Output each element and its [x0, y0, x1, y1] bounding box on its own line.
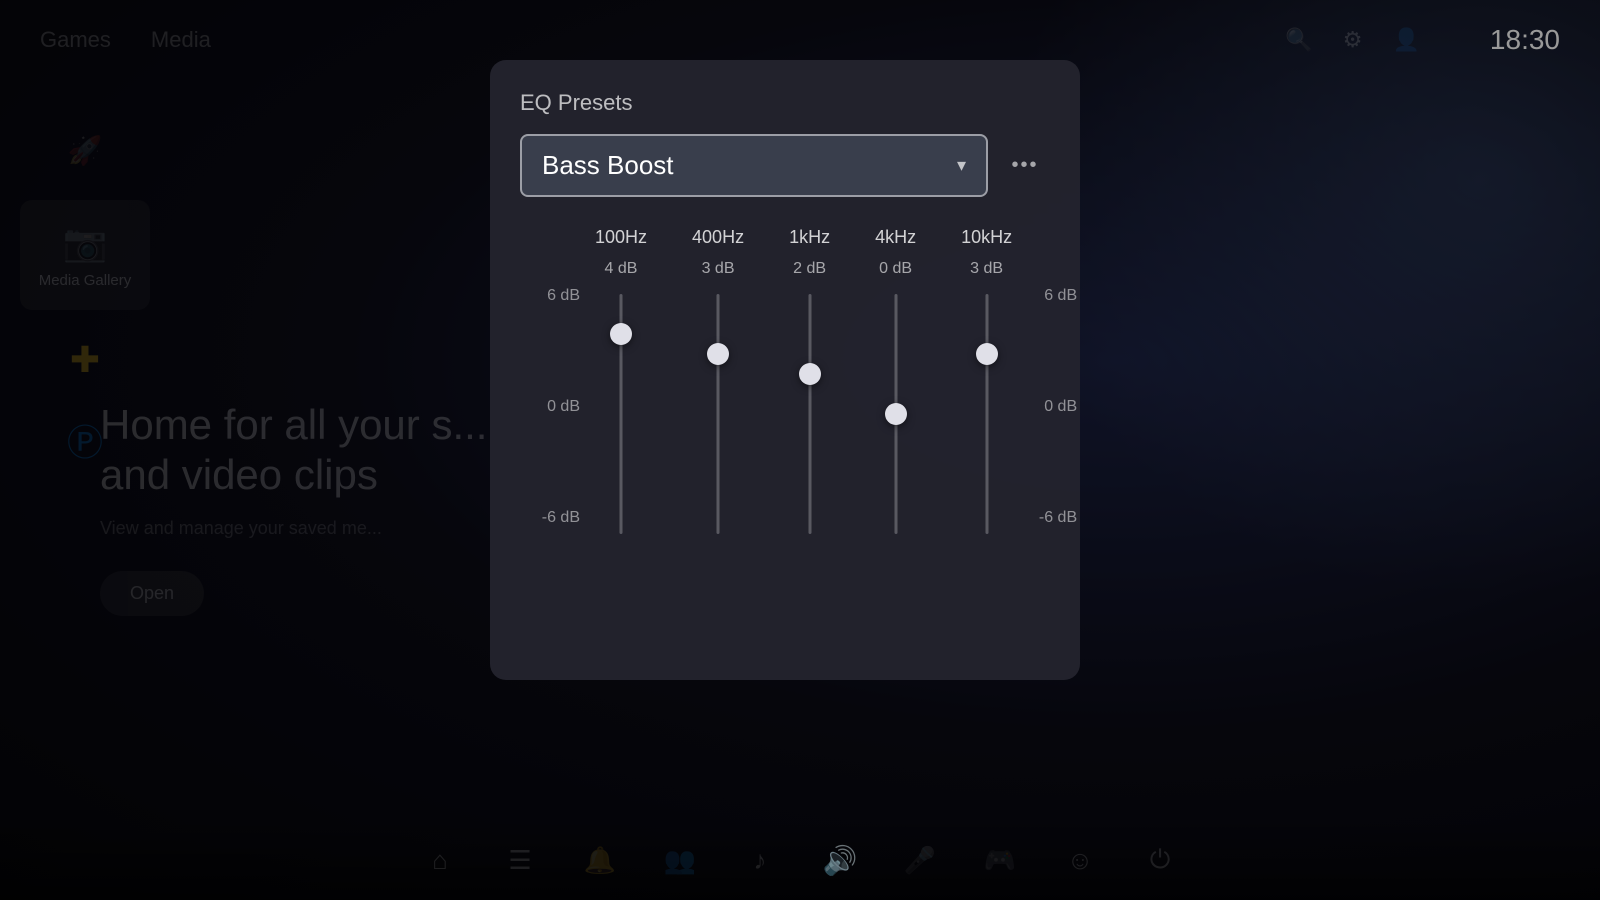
eq-more-button[interactable]: ••• — [1000, 141, 1050, 191]
eq-band-400Hz: 400Hz 3 dB — [692, 227, 744, 534]
eq-label-6db-left: 6 dB — [530, 287, 580, 305]
eq-preset-dropdown[interactable]: Bass Boost ▾ — [520, 134, 988, 197]
eq-band-label-400Hz: 400Hz — [692, 227, 744, 248]
eq-slider-track-1kHz — [808, 294, 811, 534]
eq-slider-wrapper-400Hz[interactable] — [708, 294, 728, 534]
eq-slider-handle-10kHz[interactable] — [976, 343, 998, 365]
eq-band-label-1kHz: 1kHz — [789, 227, 830, 248]
eq-preset-name: Bass Boost — [542, 150, 674, 181]
eq-band-value-1kHz: 2 dB — [793, 260, 826, 278]
eq-label-6db-right: 6 dB — [1027, 287, 1077, 305]
eq-label-neg6db-right: -6 dB — [1027, 509, 1077, 527]
eq-slider-handle-4kHz[interactable] — [885, 403, 907, 425]
eq-slider-wrapper-1kHz[interactable] — [800, 294, 820, 534]
eq-band-label-100Hz: 100Hz — [595, 227, 647, 248]
eq-band-label-10kHz: 10kHz — [961, 227, 1012, 248]
eq-band-value-100Hz: 4 dB — [605, 260, 638, 278]
eq-label-0db-left: 0 dB — [530, 398, 580, 416]
eq-bands: 100Hz 4 dB 400Hz 3 dB 1kHz 2 dB 4kHz 0 dB 10kHz 3… — [595, 227, 1012, 534]
eq-slider-track-400Hz — [717, 294, 720, 534]
eq-band-4kHz: 4kHz 0 dB — [875, 227, 916, 534]
eq-band-value-4kHz: 0 dB — [879, 260, 912, 278]
eq-slider-handle-400Hz[interactable] — [707, 343, 729, 365]
eq-preset-row: Bass Boost ▾ ••• — [520, 134, 1050, 197]
eq-labels-left: 6 dB 0 dB -6 dB — [530, 227, 580, 527]
eq-band-value-400Hz: 3 dB — [702, 260, 735, 278]
eq-preset-chevron-icon: ▾ — [957, 155, 966, 176]
eq-band-10kHz: 10kHz 3 dB — [961, 227, 1012, 534]
eq-band-label-4kHz: 4kHz — [875, 227, 916, 248]
eq-slider-handle-100Hz[interactable] — [610, 323, 632, 345]
eq-slider-handle-1kHz[interactable] — [799, 363, 821, 385]
eq-labels-right: 6 dB 0 dB -6 dB — [1027, 227, 1077, 527]
eq-band-value-10kHz: 3 dB — [970, 260, 1003, 278]
eq-modal: EQ Presets Bass Boost ▾ ••• 6 dB 0 dB -6… — [490, 60, 1080, 680]
eq-label-neg6db-left: -6 dB — [530, 509, 580, 527]
eq-label-0db-right: 0 dB — [1027, 398, 1077, 416]
eq-sliders-container: 6 dB 0 dB -6 dB 100Hz 4 dB 400Hz 3 dB 1kHz 2 … — [520, 227, 1050, 534]
eq-band-100Hz: 100Hz 4 dB — [595, 227, 647, 534]
eq-slider-track-10kHz — [985, 294, 988, 534]
eq-modal-title: EQ Presets — [520, 90, 1050, 116]
eq-band-1kHz: 1kHz 2 dB — [789, 227, 830, 534]
eq-slider-wrapper-4kHz[interactable] — [886, 294, 906, 534]
eq-slider-wrapper-10kHz[interactable] — [977, 294, 997, 534]
eq-slider-wrapper-100Hz[interactable] — [611, 294, 631, 534]
